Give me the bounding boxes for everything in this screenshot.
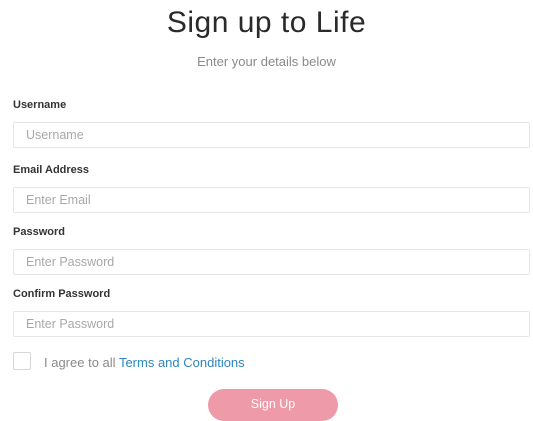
email-input[interactable] (13, 187, 530, 213)
page-title: Sign up to Life (166, 6, 367, 39)
password-label: Password (13, 226, 65, 238)
signup-page: Sign up to Life Enter your details below… (0, 0, 533, 421)
username-label: Username (13, 99, 67, 111)
terms-and-conditions-link[interactable]: Terms and Conditions (119, 355, 245, 370)
page-subtitle: Enter your details below (197, 54, 336, 69)
email-label: Email Address (13, 164, 90, 176)
terms-checkbox[interactable] (13, 352, 31, 370)
confirm-password-label: Confirm Password (13, 288, 111, 300)
confirm-password-input[interactable] (13, 311, 530, 337)
terms-agreement-text: I agree to all (44, 355, 116, 370)
terms-agreement: I agree to all Terms and Conditions (44, 355, 245, 370)
username-input[interactable] (13, 122, 530, 148)
password-input[interactable] (13, 249, 530, 275)
sign-up-button[interactable]: Sign Up (208, 389, 338, 421)
